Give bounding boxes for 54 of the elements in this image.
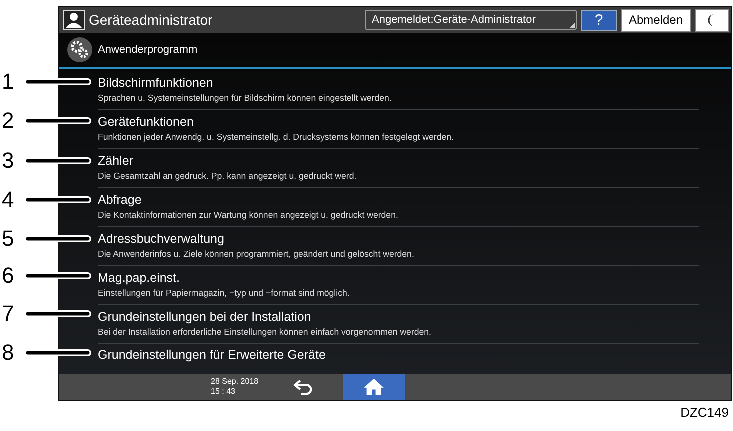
menu-item[interactable]: Adressbuchverwaltung Die Anwenderinfos u. Ziele können programmiert, geändert und gelöscht werden. xyxy=(98,227,699,266)
gears-icon xyxy=(67,37,93,63)
menu-item[interactable]: Zähler Die Gesamtzahl an gedruck. Pp. kann angezeigt u. gedruckt werd. xyxy=(98,149,699,188)
callout-number: 2 xyxy=(2,108,16,134)
figure-caption: DZC149 xyxy=(680,405,729,420)
window-title: Geräteadministrator xyxy=(89,12,214,28)
leader-line xyxy=(24,157,92,165)
section-title: Anwenderprogramm xyxy=(98,44,198,56)
item-title: Abfrage xyxy=(98,192,143,209)
menu-item[interactable]: Mag.pap.einst. Einstellungen für Papiermagazin, −typ und −format sind möglich. xyxy=(98,266,699,305)
help-button[interactable]: ? xyxy=(581,10,617,30)
item-title: Bildschirmfunktionen xyxy=(98,75,214,92)
item-title: Grundeinstellungen für Erweiterte Geräte xyxy=(98,347,327,364)
callout-number: 8 xyxy=(2,340,16,366)
user-icon xyxy=(63,10,85,30)
item-title: Grundeinstellungen bei der Installation xyxy=(98,309,312,326)
home-icon xyxy=(363,378,385,396)
callout-number: 7 xyxy=(2,301,16,327)
time-text: 15 : 43 xyxy=(211,387,236,397)
item-description: Sprachen u. Systemeinstellungen für Bildschirm können eingestellt werden. xyxy=(98,92,393,105)
leader-line xyxy=(24,117,92,125)
login-status-field[interactable]: Angemeldet:Geräte-Administrator xyxy=(365,10,577,30)
item-description: Die Kontaktinformationen zur Wartung können angezeigt u. gedruckt werden. xyxy=(98,209,400,222)
leader-line xyxy=(24,272,92,280)
leader-line xyxy=(24,196,92,204)
item-description: Einstellungen für Papiermagazin, −typ und −format sind möglich. xyxy=(98,287,351,300)
item-title: Zähler xyxy=(98,153,134,170)
back-icon[interactable] xyxy=(293,379,315,395)
item-description: Die Anwenderinfos u. Ziele können programmiert, geändert und gelöscht werden. xyxy=(98,248,416,261)
leader-line xyxy=(24,78,92,86)
callout-number: 3 xyxy=(2,148,16,174)
moon-button[interactable] xyxy=(695,8,729,32)
menu-item[interactable]: Grundeinstellungen bei der Installation Bei der Installation erforderliche Einstellungen können einfach vorgenommen werden. xyxy=(98,305,699,344)
menu-item[interactable]: Bildschirmfunktionen Sprachen u. Systemeinstellungen für Bildschirm können eingestellt werden. xyxy=(98,71,699,110)
leader-line xyxy=(24,235,92,243)
date-text: 28 Sep. 2018 xyxy=(211,377,260,387)
home-button[interactable] xyxy=(343,374,405,400)
item-description: Funktionen jeder Anwendg. u. Systemeinstellg. d. Drucksystems können festgelegt werden. xyxy=(98,131,455,144)
corner-triangle-icon xyxy=(570,23,575,28)
callout-number: 5 xyxy=(2,226,16,252)
item-title: Gerätefunktionen xyxy=(98,114,195,131)
callout-number: 1 xyxy=(2,69,16,95)
item-description: Bei der Installation erforderliche Einstellungen können einfach vorgenommen werden. xyxy=(98,326,433,339)
item-description: Die Gesamtzahl an gedruck. Pp. kann angezeigt u. gedruckt werd. xyxy=(98,170,358,183)
menu-item[interactable]: Grundeinstellungen für Erweiterte Geräte xyxy=(98,344,699,374)
menu-item[interactable]: Abfrage Die Kontaktinformationen zur Wartung können angezeigt u. gedruckt werden. xyxy=(98,188,699,227)
callout-number: 6 xyxy=(2,263,16,289)
leader-line xyxy=(24,310,92,318)
menu-item[interactable]: Gerätefunktionen Funktionen jeder Anwendg. u. Systemeinstellg. d. Drucksystems können festgelegt werden. xyxy=(98,110,699,149)
callout-number: 4 xyxy=(2,187,16,213)
leader-line xyxy=(24,349,92,357)
item-title: Adressbuchverwaltung xyxy=(98,231,226,248)
logout-button[interactable]: Abmelden xyxy=(621,8,691,32)
item-title: Mag.pap.einst. xyxy=(98,270,181,287)
